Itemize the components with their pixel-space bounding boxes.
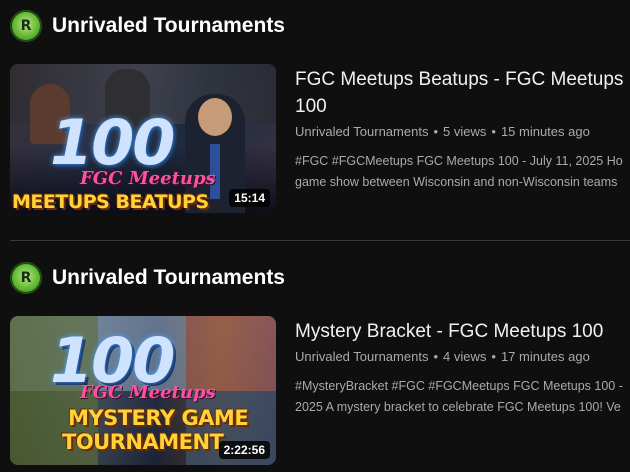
- description-line: #MysteryBracket #FGC #FGCMeetups FGC Mee…: [295, 379, 623, 393]
- video-description: #MysteryBracket #FGC #FGCMeetups FGC Mee…: [295, 376, 630, 418]
- channel-name[interactable]: Unrivaled Tournaments: [52, 266, 285, 290]
- video-entry: R Unrivaled Tournaments 100 FGC Meetups …: [0, 252, 630, 472]
- video-duration-badge: 2:22:56: [218, 441, 270, 459]
- video-title-line: FGC Meetups Beatups - FGC Meetups: [295, 69, 624, 90]
- video-title[interactable]: FGC Meetups Beatups - FGC Meetups 100: [295, 66, 625, 120]
- video-thumbnail[interactable]: 100 FGC Meetups MEETUPS BEATUPS 15:14: [10, 64, 276, 213]
- video-info: Mystery Bracket - FGC Meetups 100 Unriva…: [295, 318, 625, 418]
- channel-avatar-initial: R: [20, 18, 32, 34]
- view-count: 5 views: [443, 124, 487, 139]
- channel-avatar[interactable]: R: [10, 262, 42, 294]
- thumbnail-banner-text: MYSTERY GAME: [68, 406, 249, 430]
- channel-header[interactable]: R Unrivaled Tournaments: [10, 262, 285, 294]
- thumbnail-script-text: FGC Meetups: [80, 382, 216, 403]
- video-title-line: Mystery Bracket - FGC Meetups 100: [295, 321, 604, 342]
- meta-separator: •: [491, 124, 496, 139]
- description-line: #FGC #FGCMeetups FGC Meetups 100 - July …: [295, 154, 623, 168]
- video-thumbnail[interactable]: 100 FGC Meetups MYSTERY GAME TOURNAMENT …: [10, 316, 276, 465]
- meta-channel-link[interactable]: Unrivaled Tournaments: [295, 124, 428, 139]
- thumbnail-banner-text: MEETUPS BEATUPS: [12, 191, 209, 213]
- video-title[interactable]: Mystery Bracket - FGC Meetups 100: [295, 318, 625, 345]
- video-duration-badge: 15:14: [229, 189, 270, 207]
- channel-header[interactable]: R Unrivaled Tournaments: [10, 10, 285, 42]
- view-count: 4 views: [443, 349, 487, 364]
- video-metadata: Unrivaled Tournaments • 5 views • 15 minutes…: [295, 124, 625, 139]
- description-line: game show between Wisconsin and non-Wisc…: [295, 175, 618, 189]
- video-metadata: Unrivaled Tournaments • 4 views • 17 minutes…: [295, 349, 625, 364]
- upload-age: 15 minutes ago: [500, 124, 590, 139]
- channel-avatar-initial: R: [20, 270, 32, 286]
- meta-separator: •: [433, 349, 439, 364]
- thumbnail-script-text: FGC Meetups: [80, 168, 216, 189]
- meta-separator: •: [491, 349, 496, 364]
- upload-age: 17 minutes ago: [500, 349, 590, 364]
- video-description: #FGC #FGCMeetups FGC Meetups 100 - July …: [295, 151, 630, 193]
- thumbnail-banner-text: TOURNAMENT: [62, 430, 224, 454]
- entry-divider: [10, 240, 630, 241]
- video-entry: R Unrivaled Tournaments 100 FGC Meetups …: [0, 0, 630, 240]
- description-line: 2025 A mystery bracket to celebrate FGC …: [295, 400, 621, 414]
- channel-name[interactable]: Unrivaled Tournaments: [52, 14, 285, 38]
- meta-channel-link[interactable]: Unrivaled Tournaments: [295, 349, 428, 364]
- meta-separator: •: [433, 124, 439, 139]
- video-info: FGC Meetups Beatups - FGC Meetups 100 Un…: [295, 66, 625, 193]
- channel-avatar[interactable]: R: [10, 10, 42, 42]
- video-title-line: 100: [295, 96, 327, 117]
